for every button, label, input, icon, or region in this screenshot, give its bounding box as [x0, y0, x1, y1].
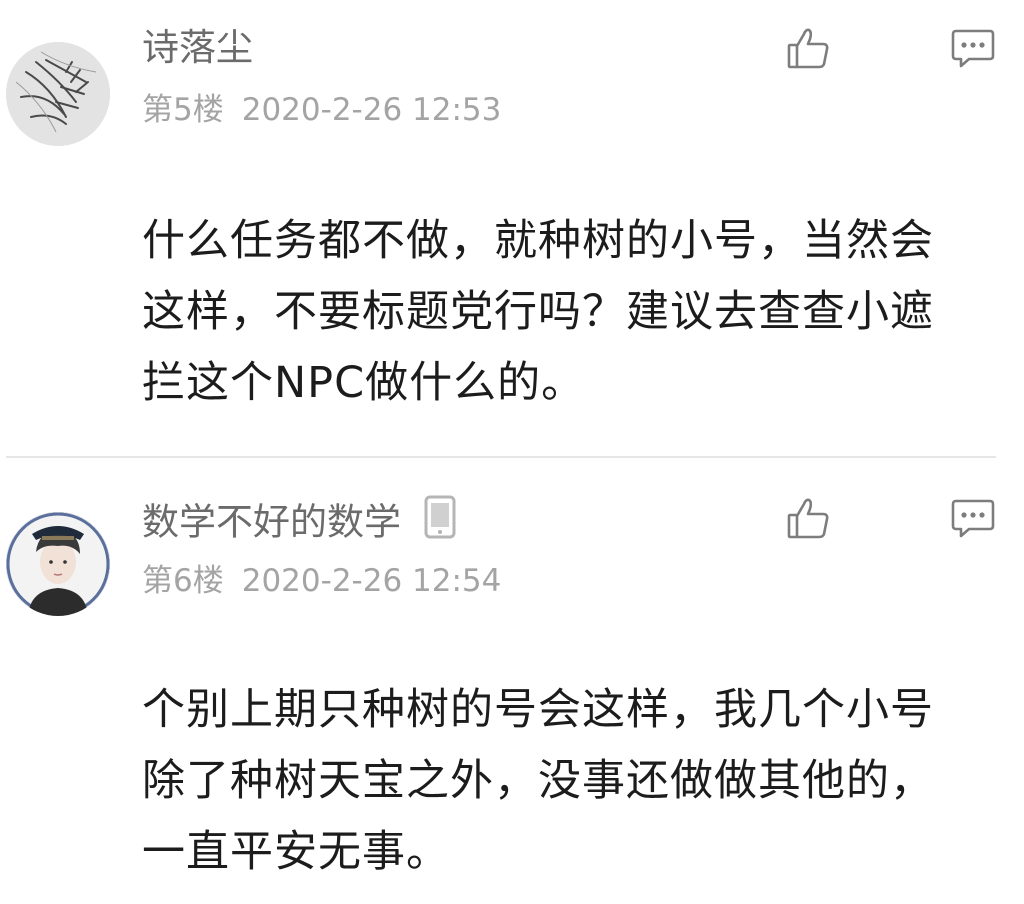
floor-number: 第5楼	[142, 92, 224, 128]
avatar-image	[6, 512, 110, 616]
reply-button[interactable]	[947, 492, 999, 544]
post-meta: 第5楼 2020-2-26 12:53	[142, 95, 501, 126]
post-datetime: 2020-2-26 12:53	[241, 92, 502, 128]
comment-content: 什么任务都不做，就种树的小号，当然会这样，不要标题党行吗？建议去查查小遮拦这个N…	[142, 216, 934, 408]
avatar-image	[6, 42, 110, 146]
floor-number: 第6楼	[142, 563, 224, 599]
thumbs-up-icon	[787, 498, 829, 539]
comment-bubble-icon	[951, 29, 995, 68]
username[interactable]: 数学不好的数学	[142, 495, 457, 549]
thumbs-up-icon	[787, 28, 829, 69]
username-text: 数学不好的数学	[142, 500, 401, 544]
mobile-phone-icon	[423, 495, 457, 545]
post-meta: 第6楼 2020-2-26 12:54	[142, 566, 501, 597]
comment-item: 诗落尘 第5楼 2020-2-26 12:53 什么任务都不做，就种树的小号，当然…	[0, 0, 1024, 456]
avatar[interactable]	[6, 512, 110, 616]
username[interactable]: 诗落尘	[142, 29, 253, 66]
comment-content: 个别上期只种树的号会这样，我几个小号除了种树天宝之外，没事还做做其他的，一直平安…	[142, 685, 934, 877]
comment-item: 数学不好的数学 第6楼 2020-2-26 12:54 个别上期只种树的号会这样…	[0, 458, 1024, 904]
avatar[interactable]	[6, 42, 110, 146]
like-button[interactable]	[783, 22, 835, 74]
comment-bubble-icon	[951, 499, 995, 538]
post-datetime: 2020-2-26 12:54	[241, 563, 502, 599]
reply-button[interactable]	[947, 22, 999, 74]
like-button[interactable]	[783, 492, 835, 544]
